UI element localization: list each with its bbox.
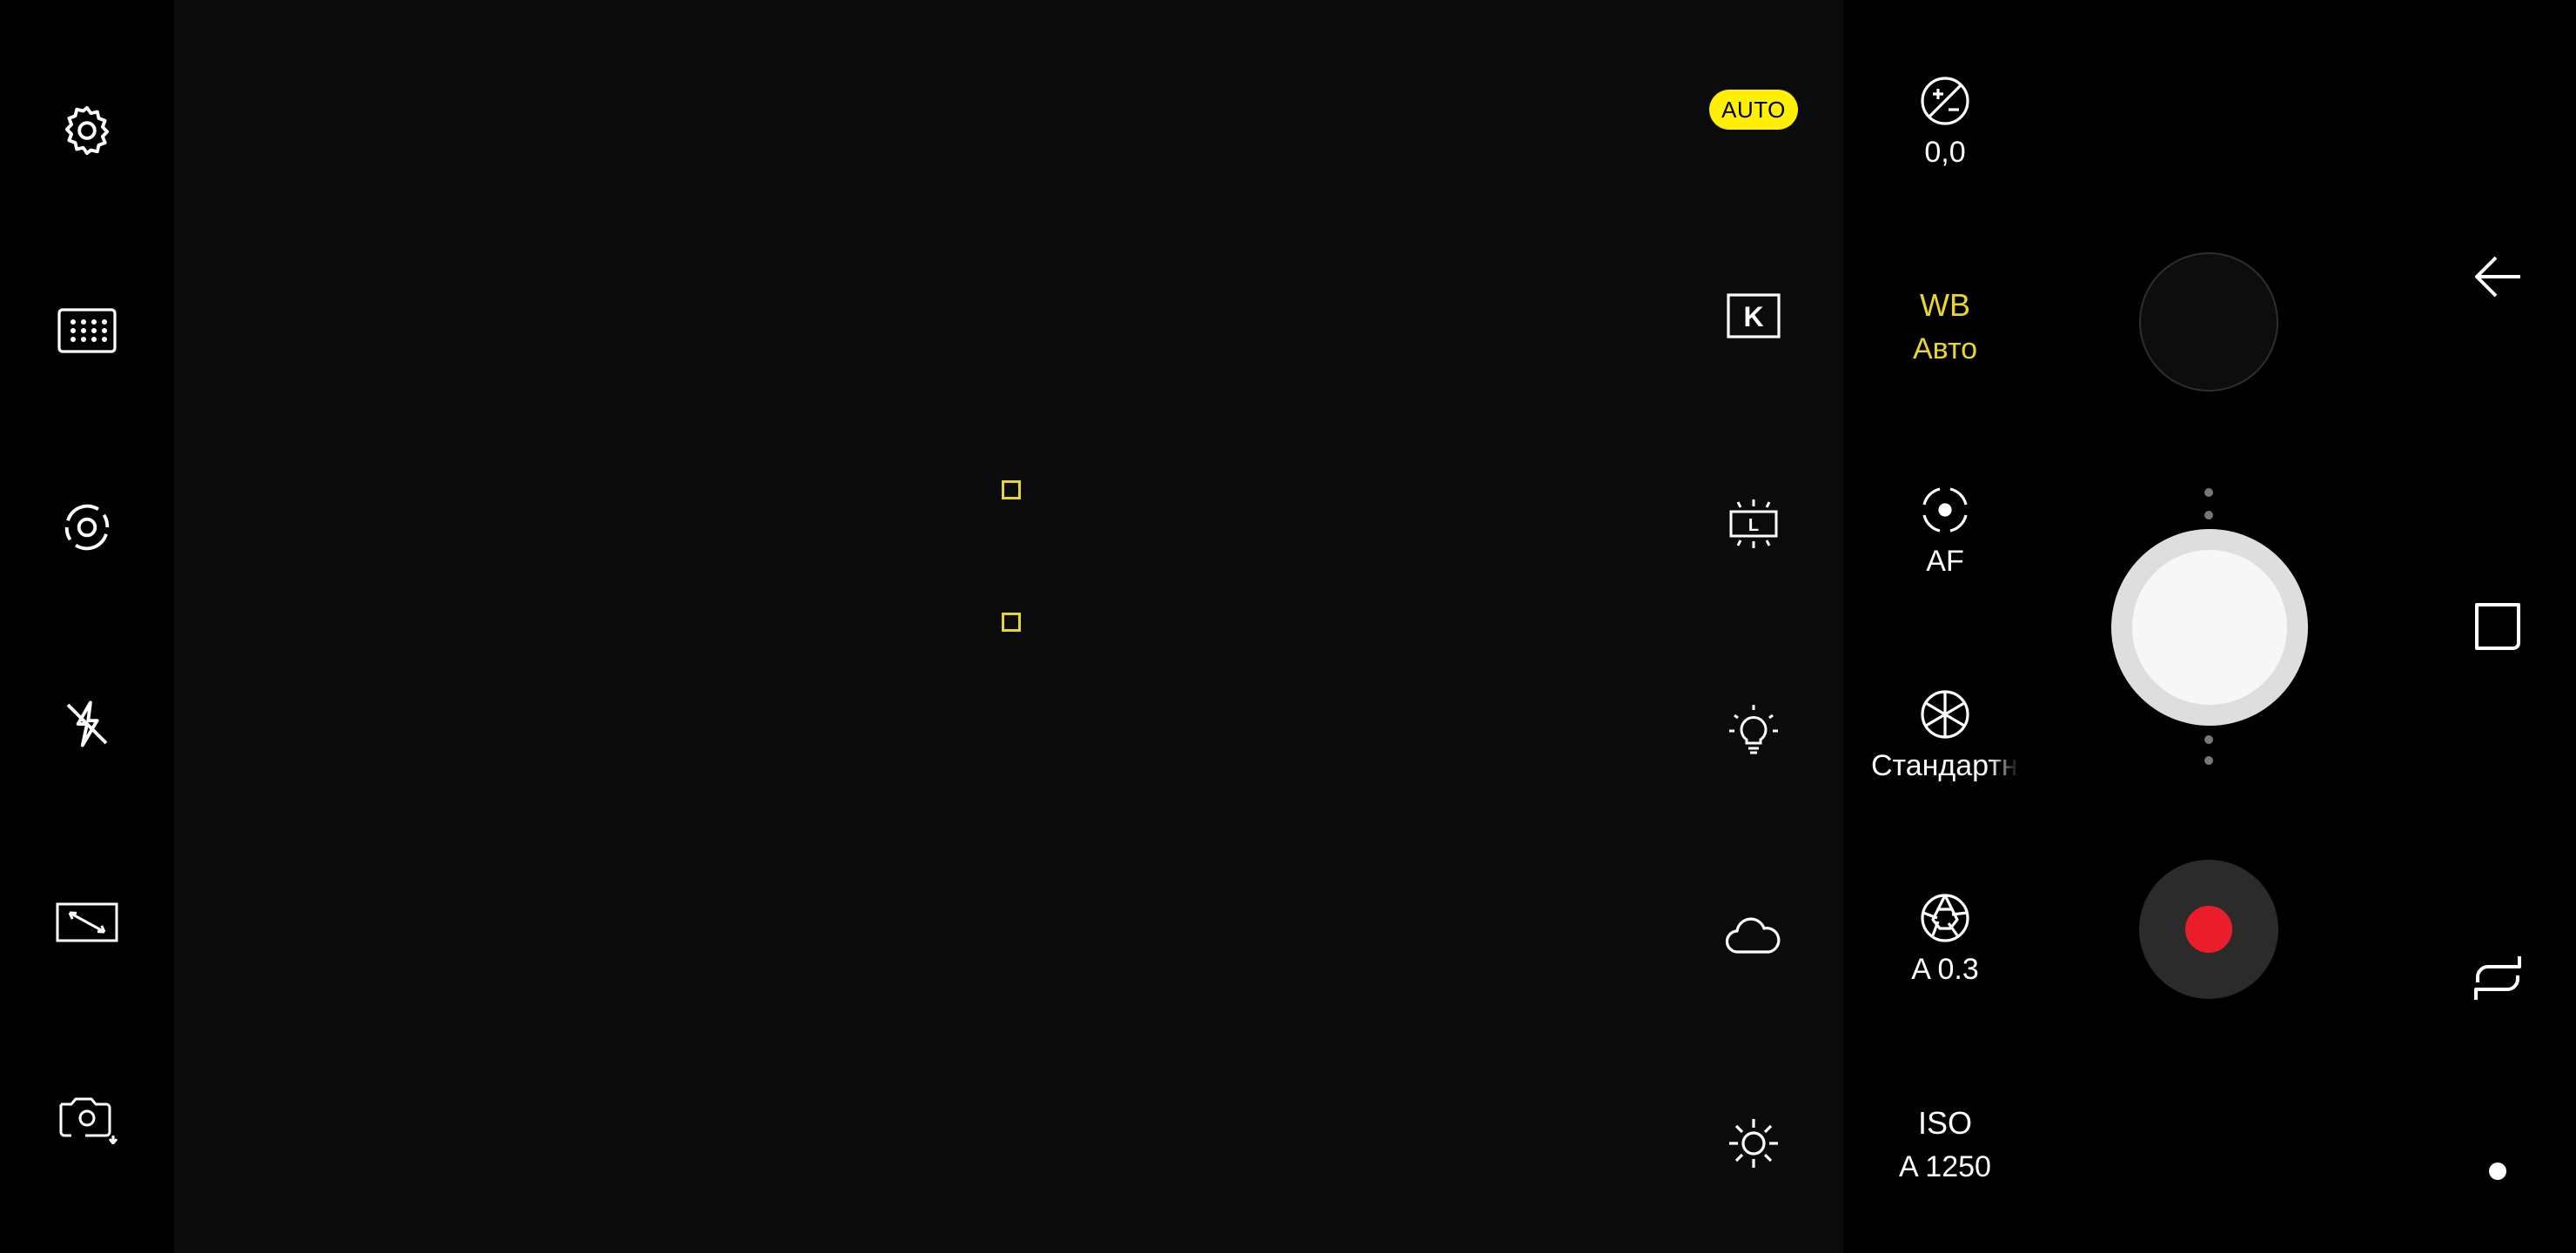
indicator-dot bbox=[2204, 756, 2213, 765]
auto-badge: AUTO bbox=[1709, 90, 1798, 130]
overview-icon bbox=[2474, 956, 2521, 1000]
iso-value: A 1250 bbox=[1899, 1149, 1991, 1183]
home-dot-icon bbox=[2489, 1163, 2506, 1180]
exposure-control[interactable]: 0,0 bbox=[1843, 57, 2047, 187]
white-balance-control[interactable]: WB Авто bbox=[1843, 261, 2047, 392]
aspect-ratio-button[interactable] bbox=[44, 879, 131, 966]
camera-mode-icon bbox=[64, 504, 110, 551]
wb-label: WB bbox=[1920, 286, 1970, 323]
switch-camera-button[interactable] bbox=[44, 1075, 131, 1163]
aperture-color-icon bbox=[1921, 689, 1969, 739]
kelvin-icon: K bbox=[1727, 293, 1781, 338]
home-button[interactable] bbox=[2454, 1128, 2541, 1215]
fluorescent-label: L bbox=[1748, 516, 1759, 535]
camera-viewfinder[interactable] bbox=[174, 0, 1843, 1253]
iso-control[interactable]: ISO A 1250 bbox=[1843, 1079, 2047, 1209]
shutter-button[interactable] bbox=[2111, 529, 2308, 726]
recent-apps-button[interactable] bbox=[2454, 583, 2541, 670]
autofocus-icon bbox=[1922, 486, 1968, 533]
aspect-ratio-icon bbox=[56, 902, 118, 942]
wb-auto-button[interactable]: AUTO bbox=[1706, 62, 1801, 157]
focus-control[interactable]: AF bbox=[1843, 466, 2047, 596]
overview-button[interactable] bbox=[2454, 935, 2541, 1022]
kelvin-label: K bbox=[1743, 301, 1763, 332]
focus-value: AF bbox=[1926, 544, 1964, 578]
left-toolbar bbox=[0, 0, 174, 1253]
exposure-value: 0,0 bbox=[1924, 135, 1966, 169]
focus-point bbox=[1002, 613, 1021, 632]
wb-kelvin-button[interactable]: K bbox=[1706, 268, 1801, 364]
settings-button[interactable] bbox=[44, 87, 131, 174]
wb-fluorescent-button[interactable]: L bbox=[1706, 476, 1801, 572]
wb-value: Авто bbox=[1912, 332, 1978, 365]
wb-cloudy-button[interactable] bbox=[1706, 888, 1801, 983]
focus-point bbox=[1002, 480, 1021, 499]
exposure-compensation-icon bbox=[1921, 76, 1969, 125]
back-button[interactable] bbox=[2454, 233, 2541, 320]
back-icon bbox=[2475, 256, 2520, 298]
grid-icon bbox=[57, 308, 117, 353]
wb-incandescent-button[interactable] bbox=[1706, 681, 1801, 777]
cloudy-icon bbox=[1725, 917, 1781, 954]
indicator-dot bbox=[2204, 488, 2213, 497]
flash-button[interactable] bbox=[44, 680, 131, 767]
record-video-button[interactable] bbox=[2139, 860, 2278, 999]
iso-label: ISO bbox=[1917, 1104, 1972, 1141]
gallery-thumbnail[interactable] bbox=[2139, 252, 2278, 392]
record-dot bbox=[2185, 906, 2232, 953]
shutter-aperture-icon bbox=[1921, 893, 1969, 942]
camera-mode-button[interactable] bbox=[44, 484, 131, 571]
flash-off-icon bbox=[66, 700, 108, 747]
navigation-bar bbox=[2419, 0, 2576, 1253]
switch-camera-icon bbox=[59, 1097, 118, 1144]
incandescent-icon bbox=[1729, 705, 1778, 754]
daylight-icon bbox=[1729, 1119, 1778, 1168]
indicator-dot bbox=[2204, 735, 2213, 744]
color-tone-value: Стандартный bbox=[1871, 748, 2019, 782]
shutter-button-inner bbox=[2132, 550, 2287, 705]
gear-icon bbox=[64, 105, 110, 156]
fluorescent-icon: L bbox=[1729, 499, 1778, 548]
shutter-value: A 0.3 bbox=[1911, 952, 1979, 986]
indicator-dot bbox=[2204, 511, 2213, 519]
color-tone-control[interactable]: Стандартный bbox=[1843, 670, 2047, 801]
shutter-speed-control[interactable]: A 0.3 bbox=[1843, 874, 2047, 1004]
wb-daylight-button[interactable] bbox=[1706, 1096, 1801, 1191]
grid-button[interactable] bbox=[44, 287, 131, 374]
recent-apps-icon bbox=[2475, 603, 2520, 650]
